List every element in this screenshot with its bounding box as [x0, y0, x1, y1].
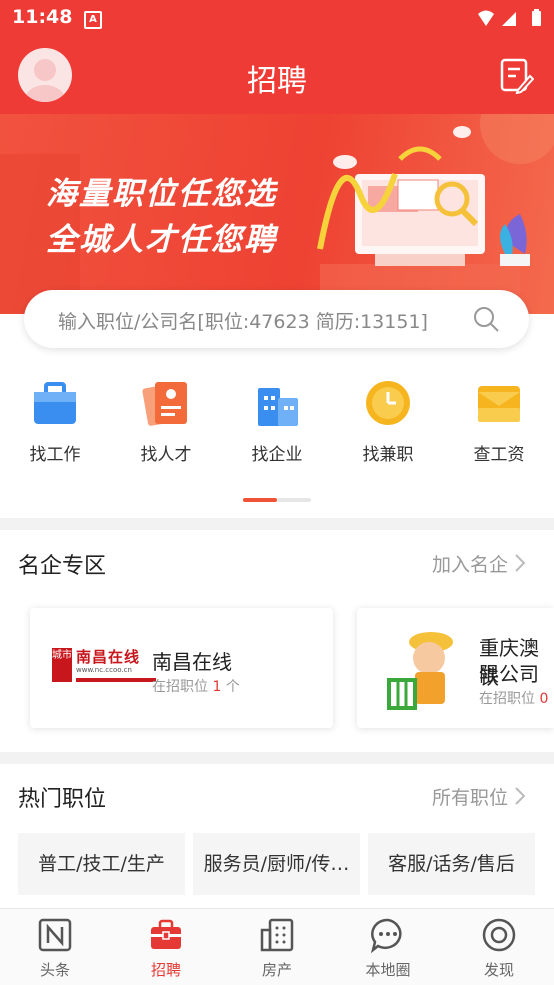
hot-jobs-more-label: 所有职位 — [432, 787, 509, 809]
tab-label: 房产 — [261, 961, 292, 979]
chevron-right-icon — [515, 787, 526, 805]
resume-icon — [142, 382, 187, 426]
nav-label: 找兼职 — [362, 445, 414, 465]
signal-icon — [502, 12, 516, 26]
search-icon[interactable] — [472, 305, 500, 333]
logo-stripe — [76, 678, 156, 682]
nav-find-company[interactable]: 找企业 — [232, 378, 322, 465]
company-jobs: 在招职位 0 — [479, 688, 548, 708]
nav-label: 找企业 — [251, 445, 303, 465]
banner-slogan-2: 全城人才任您聘 — [46, 222, 277, 258]
clock-icon — [366, 381, 410, 425]
bottom-tab-bar: 头条 招聘 房产 本地圈 发现 — [0, 908, 554, 985]
tab-discover[interactable]: 发现 — [459, 917, 539, 980]
jobs-suffix: 个 — [225, 679, 240, 695]
banner-slogan-1: 海量职位任您选 — [46, 176, 277, 212]
search-bar[interactable]: 输入职位/公司名[职位:47623 简历:13151] — [24, 290, 529, 348]
tab-local-circle[interactable]: 本地圈 — [348, 917, 428, 980]
company-jobs: 在招职位 1 个 — [152, 676, 240, 696]
jobs-prefix: 在招职位 — [152, 679, 208, 695]
logo-badge: 城市 — [52, 648, 72, 682]
famous-section-title: 名企专区 — [18, 554, 107, 579]
logo-subtext: www.nc.ccoo.cn — [76, 666, 132, 674]
job-tag[interactable]: 服务员/厨师/传… — [193, 833, 360, 895]
wifi-icon — [478, 10, 494, 26]
job-tag[interactable]: 客服/话务/售后 — [368, 833, 535, 895]
nav-label: 找工作 — [29, 445, 81, 465]
nav-label: 找人才 — [140, 445, 192, 465]
famous-more-label: 加入名企 — [432, 554, 509, 576]
search-input[interactable]: 输入职位/公司名[职位:47623 简历:13151] — [58, 307, 428, 334]
section-divider — [0, 518, 554, 530]
nav-check-salary[interactable]: 查工资 — [454, 378, 544, 465]
chevron-right-icon — [515, 554, 526, 572]
jobs-prefix: 在招职位 — [479, 691, 535, 707]
building-icon — [258, 388, 298, 426]
tab-label: 招聘 — [150, 961, 181, 979]
section-divider — [0, 752, 554, 764]
company-name: 南昌在线 — [152, 650, 232, 674]
status-icons — [478, 9, 541, 26]
hot-jobs-title: 热门职位 — [18, 787, 107, 812]
page-title: 招聘 — [247, 64, 307, 99]
famous-more-link[interactable]: 加入名企 — [432, 550, 527, 577]
nav-label: 查工资 — [473, 445, 525, 465]
company-name-line2: 限公司 — [479, 662, 539, 686]
company-card[interactable]: 重庆澳铁 限公司 在招职位 0 — [357, 608, 554, 728]
tab-label: 发现 — [483, 961, 514, 979]
nav-find-parttime[interactable]: 找兼职 — [343, 378, 433, 465]
tab-property[interactable]: 房产 — [237, 917, 317, 980]
status-time: 11:48 — [12, 6, 73, 28]
jobs-count: 1 — [212, 679, 222, 695]
battery-icon — [532, 11, 541, 26]
worker-mascot-icon — [387, 632, 453, 710]
notification-a-icon: A — [84, 11, 102, 29]
computer-illustration — [320, 174, 520, 304]
building-icon — [260, 918, 294, 952]
chat-icon — [370, 918, 402, 954]
tab-label: 头条 — [39, 961, 70, 979]
logo-text: 南昌在线 — [76, 648, 141, 666]
eye-icon — [482, 918, 516, 952]
briefcase-icon — [34, 382, 76, 424]
nav-find-talent[interactable]: 找人才 — [121, 378, 211, 465]
recruit-icon — [151, 919, 181, 949]
wallet-icon — [478, 386, 520, 422]
page-indicator — [243, 498, 311, 502]
company-card[interactable]: 城市 南昌在线 www.nc.ccoo.cn 南昌在线 在招职位 1 个 — [30, 608, 333, 728]
tab-label: 本地圈 — [365, 961, 411, 979]
job-tag[interactable]: 普工/技工/生产 — [18, 833, 185, 895]
news-icon — [38, 918, 72, 952]
edit-icon[interactable] — [500, 58, 534, 94]
jobs-count: 0 — [539, 691, 549, 707]
tab-recruit[interactable]: 招聘 — [126, 917, 206, 980]
tab-news[interactable]: 头条 — [15, 917, 95, 980]
company-logo: 城市 南昌在线 www.nc.ccoo.cn — [52, 646, 158, 690]
nav-find-job[interactable]: 找工作 — [10, 378, 100, 465]
hot-jobs-more-link[interactable]: 所有职位 — [432, 783, 527, 810]
